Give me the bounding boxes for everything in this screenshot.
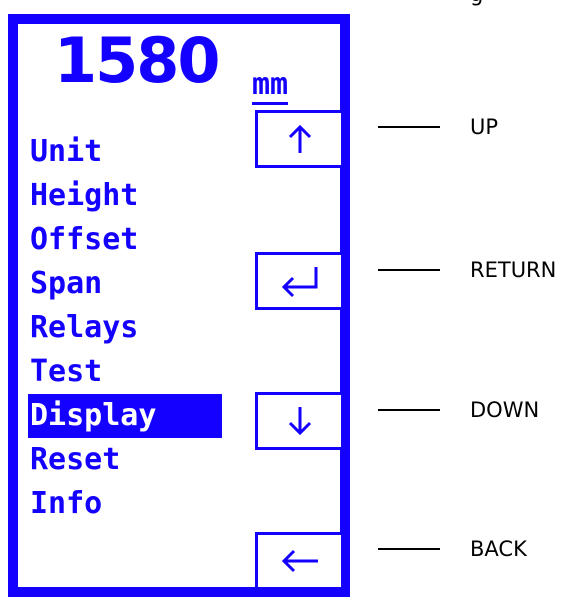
callout-label-down: DOWN xyxy=(470,398,540,422)
menu-item-relays[interactable]: Relays xyxy=(28,306,222,350)
menu-item-test[interactable]: Test xyxy=(28,350,222,394)
callout-label-back: BACK xyxy=(470,537,527,561)
arrow-down-icon xyxy=(285,403,315,439)
callout-line xyxy=(378,409,440,411)
menu-item-span[interactable]: Span xyxy=(28,262,222,306)
menu-item-info[interactable]: Info xyxy=(28,482,222,526)
menu-item-offset[interactable]: Offset xyxy=(28,218,222,262)
callout-line xyxy=(378,548,440,550)
return-arrow-icon xyxy=(276,263,324,299)
partial-caption-text: g xyxy=(470,0,483,6)
arrow-up-icon xyxy=(285,121,315,157)
back-button[interactable] xyxy=(255,532,341,590)
return-button[interactable] xyxy=(255,252,341,310)
menu-item-height[interactable]: Height xyxy=(28,174,222,218)
menu-item-display[interactable]: Display xyxy=(28,394,222,438)
arrow-left-icon xyxy=(278,546,322,576)
callout-back: BACK xyxy=(378,534,527,564)
menu-item-unit[interactable]: Unit xyxy=(28,130,222,174)
device-display-frame: 1580 mm Unit Height Offset Span Relays T… xyxy=(8,14,350,597)
measurement-unit: mm xyxy=(252,68,289,105)
callout-label-up: UP xyxy=(470,115,499,139)
callout-label-return: RETURN xyxy=(470,258,557,282)
up-button[interactable] xyxy=(255,110,341,168)
measurement-reading: 1580 xyxy=(54,24,221,97)
callout-return: RETURN xyxy=(378,255,556,285)
callout-line xyxy=(378,269,440,271)
callout-line xyxy=(378,126,440,128)
down-button[interactable] xyxy=(255,392,341,450)
callout-up: UP xyxy=(378,112,498,142)
menu-item-reset[interactable]: Reset xyxy=(28,438,222,482)
main-menu: Unit Height Offset Span Relays Test Disp… xyxy=(28,130,222,526)
lcd-screen: 1580 mm Unit Height Offset Span Relays T… xyxy=(18,24,341,590)
callout-down: DOWN xyxy=(378,395,539,425)
